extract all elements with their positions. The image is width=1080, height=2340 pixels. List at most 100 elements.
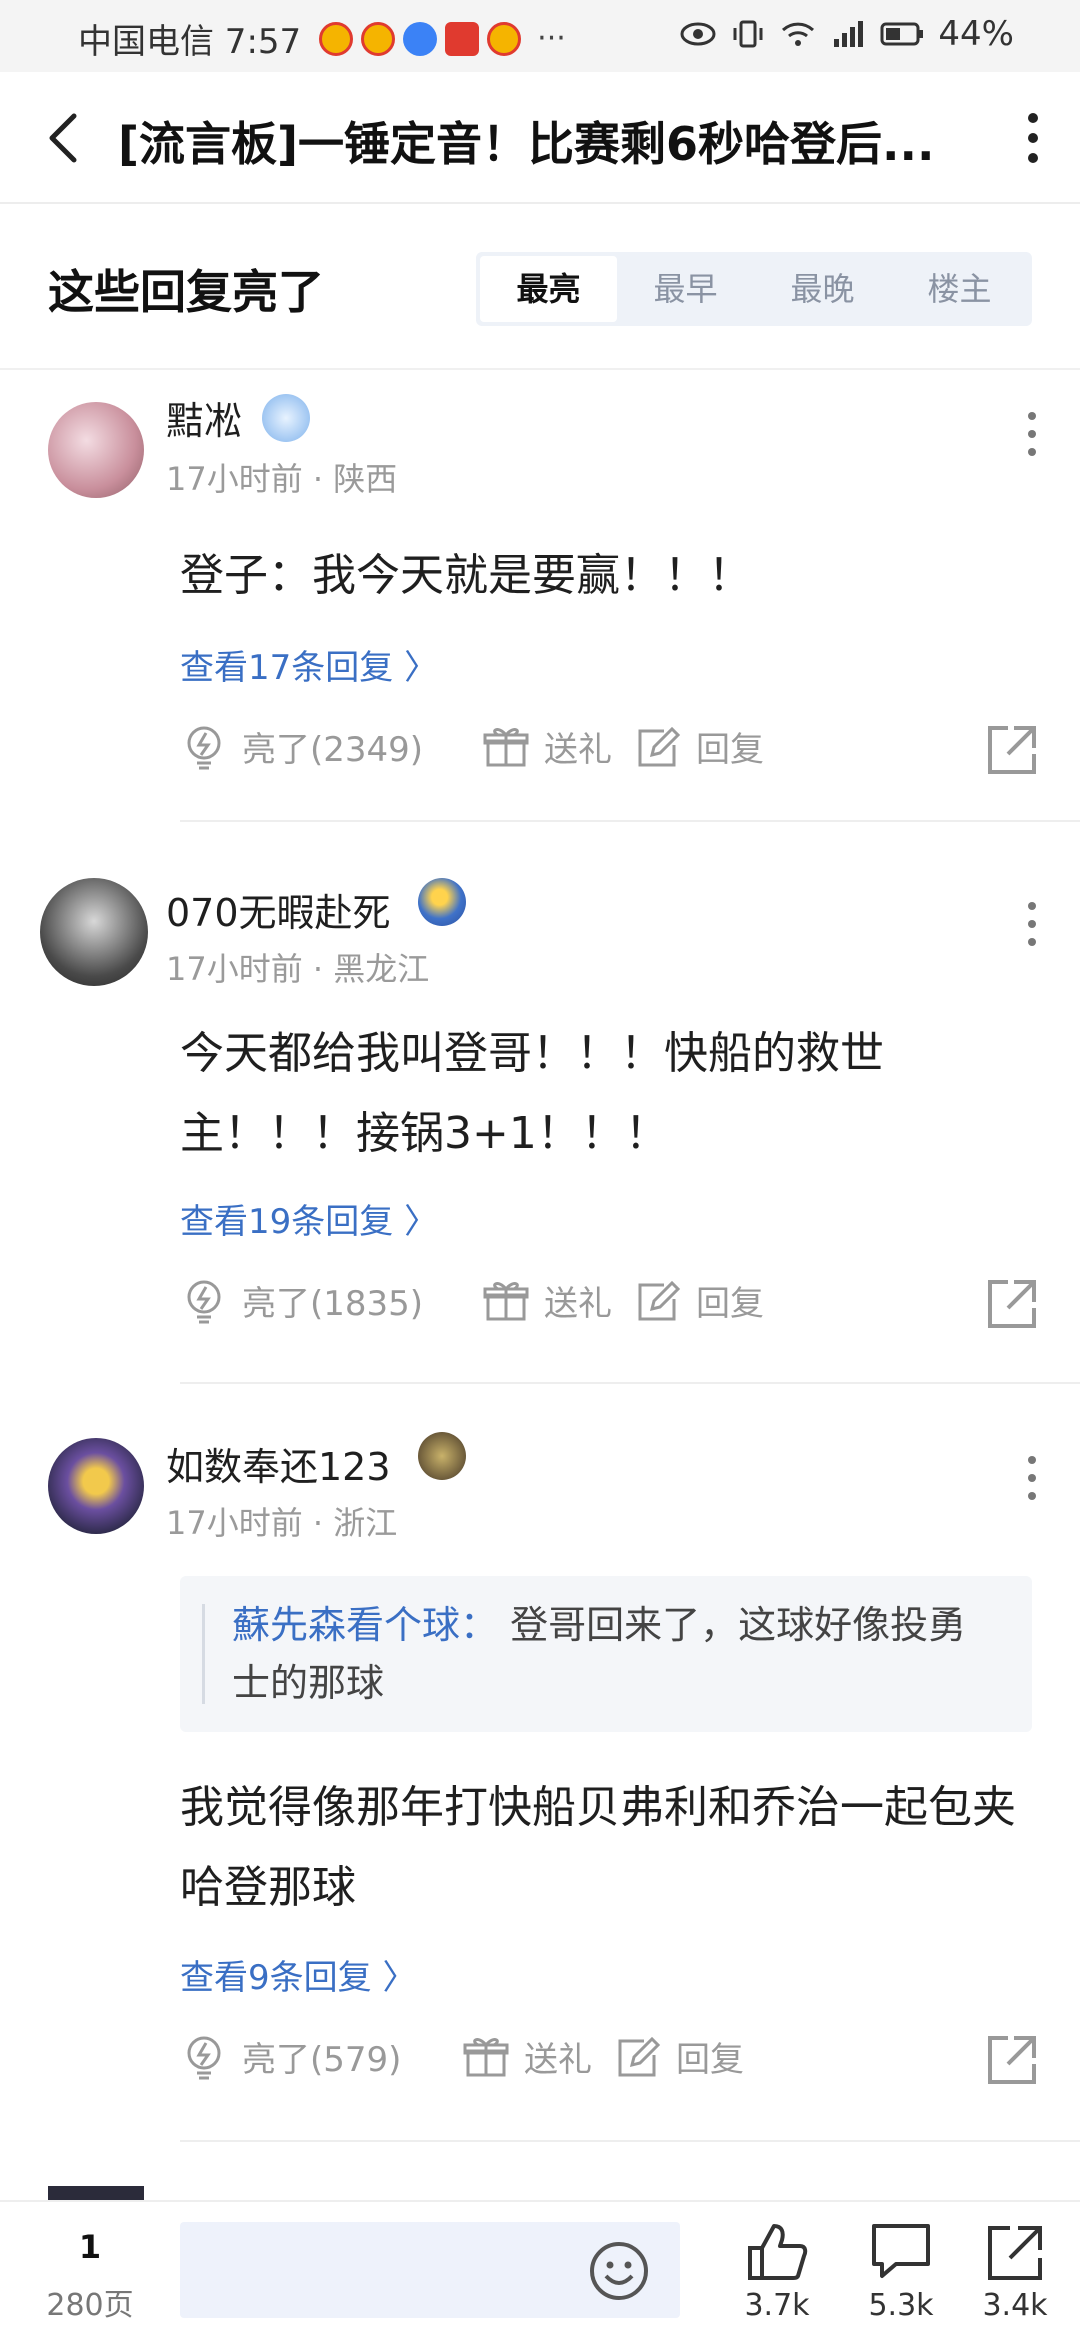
top-bar: [流言板]一锤定音！比赛剩6秒哈登后... xyxy=(0,72,1080,204)
like-button[interactable]: 亮了(1835) xyxy=(180,1276,423,1325)
reply-button[interactable]: 回复 xyxy=(634,1276,764,1325)
emoji-icon[interactable] xyxy=(588,2240,650,2302)
comment-meta: 17小时前 · 陕西 xyxy=(166,460,398,498)
gift-button[interactable]: 送礼 xyxy=(462,2032,592,2081)
sort-tabs: 最亮 最早 最晚 楼主 xyxy=(476,252,1032,326)
comment-meta: 17小时前 · 黑龙江 xyxy=(166,950,430,988)
share-icon xyxy=(988,2226,1042,2280)
battery-icon xyxy=(880,22,924,46)
reply-label: 回复 xyxy=(696,730,764,770)
reply-label: 回复 xyxy=(676,2040,744,2080)
share-icon[interactable] xyxy=(984,1276,1040,1332)
more-options-icon[interactable] xyxy=(1018,108,1048,168)
notification-icons xyxy=(319,21,522,56)
user-badge-icon xyxy=(418,1432,466,1480)
gift-icon xyxy=(483,1281,529,1320)
comment-item: 黠凇 17小时前 · 陕西 登子：我今天就是要赢！！！ 查看17条回复 〉 亮了… xyxy=(0,372,1080,822)
signal-icon xyxy=(834,21,864,47)
comment-meta: 17小时前 · 浙江 xyxy=(166,1504,398,1542)
status-left: 中国电信 7:57 ··· xyxy=(78,14,566,63)
lightbulb-icon xyxy=(187,2036,221,2079)
thread-comment-button[interactable]: 5.3k xyxy=(846,2220,956,2323)
gift-icon xyxy=(483,727,529,766)
total-pages[interactable]: 280页 xyxy=(40,2280,140,2324)
avatar[interactable] xyxy=(48,402,144,498)
comment-actions: 亮了(2349) 送礼 回复 xyxy=(180,722,1040,782)
share-icon[interactable] xyxy=(984,2032,1040,2088)
like-count: 亮了(1835) xyxy=(242,1284,424,1324)
highlighted-replies-header: 这些回复亮了 最亮 最早 最晚 楼主 xyxy=(0,204,1080,370)
current-page[interactable]: 1 xyxy=(50,2228,130,2266)
like-count: 亮了(579) xyxy=(242,2040,402,2080)
vibrate-icon xyxy=(733,20,763,48)
comment-actions: 亮了(579) 送礼 回复 xyxy=(180,2032,1040,2092)
gift-button[interactable]: 送礼 xyxy=(482,722,612,771)
lightbulb-icon xyxy=(187,1280,221,1323)
comment-more-icon[interactable] xyxy=(1022,900,1042,948)
app-icon xyxy=(403,21,438,56)
eye-icon xyxy=(680,22,716,46)
like-button[interactable]: 亮了(2349) xyxy=(180,722,423,771)
tab-latest[interactable]: 最晚 xyxy=(754,256,891,322)
edit-icon xyxy=(638,726,681,766)
comment-divider xyxy=(180,820,1080,822)
user-badge-icon xyxy=(262,394,310,442)
username[interactable]: 如数奉还123 xyxy=(166,1436,391,1491)
thread-like-button[interactable]: 3.7k xyxy=(722,2220,832,2323)
gift-label: 送礼 xyxy=(544,1284,612,1324)
status-bar: 中国电信 7:57 ··· 44% xyxy=(0,0,1080,72)
reply-label: 回复 xyxy=(696,1284,764,1324)
like-count: 亮了(2349) xyxy=(242,730,424,770)
next-comment-avatar xyxy=(48,2186,144,2200)
comment-text: 我觉得像那年打快船贝弗利和乔治一起包夹哈登那球 xyxy=(180,1782,1016,1913)
share-icon[interactable] xyxy=(984,722,1040,778)
avatar[interactable] xyxy=(48,1438,144,1534)
quoted-reply[interactable]: 蘇先森看个球： 登哥回来了，这球好像投勇士的那球 xyxy=(180,1576,1032,1732)
carrier-time: 中国电信 7:57 xyxy=(78,22,302,62)
quoted-username[interactable]: 蘇先森看个球： xyxy=(232,1603,498,1647)
lightbulb-icon xyxy=(187,726,221,769)
gift-label: 送礼 xyxy=(524,2040,592,2080)
edit-icon xyxy=(618,2036,661,2076)
gift-label: 送礼 xyxy=(544,730,612,770)
tab-earliest[interactable]: 最早 xyxy=(617,256,754,322)
thread-share-button[interactable]: 3.4k xyxy=(960,2220,1070,2323)
comment-more-icon[interactable] xyxy=(1022,410,1042,458)
thread-like-count: 3.7k xyxy=(744,2288,810,2323)
weibo-icon xyxy=(487,21,522,56)
comment-actions: 亮了(1835) 送礼 回复 xyxy=(180,1276,1040,1336)
view-replies-link[interactable]: 查看19条回复 〉 xyxy=(180,1194,438,1243)
tab-op-only[interactable]: 楼主 xyxy=(891,256,1028,322)
reply-button[interactable]: 回复 xyxy=(614,2032,744,2081)
comment-more-icon[interactable] xyxy=(1022,1454,1042,1502)
like-button[interactable]: 亮了(579) xyxy=(180,2032,401,2081)
avatar[interactable] xyxy=(40,878,148,986)
more-notifications: ··· xyxy=(537,21,566,56)
view-replies-link[interactable]: 查看9条回复 〉 xyxy=(180,1950,416,1999)
comment-item: 如数奉还123 17小时前 · 浙江 蘇先森看个球： 登哥回来了，这球好像投勇士… xyxy=(0,1384,1080,2144)
thread-title: [流言板]一锤定音！比赛剩6秒哈登后... xyxy=(118,117,935,171)
gift-icon xyxy=(463,2037,509,2076)
comment-item: 070无暇赴死 17小时前 · 黑龙江 今天都给我叫登哥！！！快船的救世主！！！… xyxy=(0,824,1080,1384)
thumbs-up-icon xyxy=(748,2224,808,2280)
thread-share-count: 3.4k xyxy=(982,2288,1048,2323)
thread-comment-count: 5.3k xyxy=(868,2288,934,2323)
weibo-icon xyxy=(319,21,354,56)
comment-bubble-icon xyxy=(872,2224,930,2278)
bottom-bar: 1 280页 3.7k 5.3k 3.4k xyxy=(0,2200,1080,2340)
username[interactable]: 070无暇赴死 xyxy=(166,882,391,937)
battery-level: 44% xyxy=(938,14,1014,54)
weibo-icon xyxy=(361,21,396,56)
comment-text: 登子：我今天就是要赢！！！ xyxy=(180,550,752,601)
view-replies-link[interactable]: 查看17条回复 〉 xyxy=(180,640,438,689)
comment-divider xyxy=(180,2140,1080,2142)
reader-icon xyxy=(445,21,480,56)
username[interactable]: 黠凇 xyxy=(166,390,242,445)
tab-brightest[interactable]: 最亮 xyxy=(480,256,617,322)
section-title: 这些回复亮了 xyxy=(48,265,324,319)
edit-icon xyxy=(638,1280,681,1320)
comment-text: 今天都给我叫登哥！！！快船的救世主！！！接锅3+1！！！ xyxy=(180,1028,884,1159)
back-arrow-icon[interactable] xyxy=(40,112,88,164)
gift-button[interactable]: 送礼 xyxy=(482,1276,612,1325)
reply-button[interactable]: 回复 xyxy=(634,722,764,771)
